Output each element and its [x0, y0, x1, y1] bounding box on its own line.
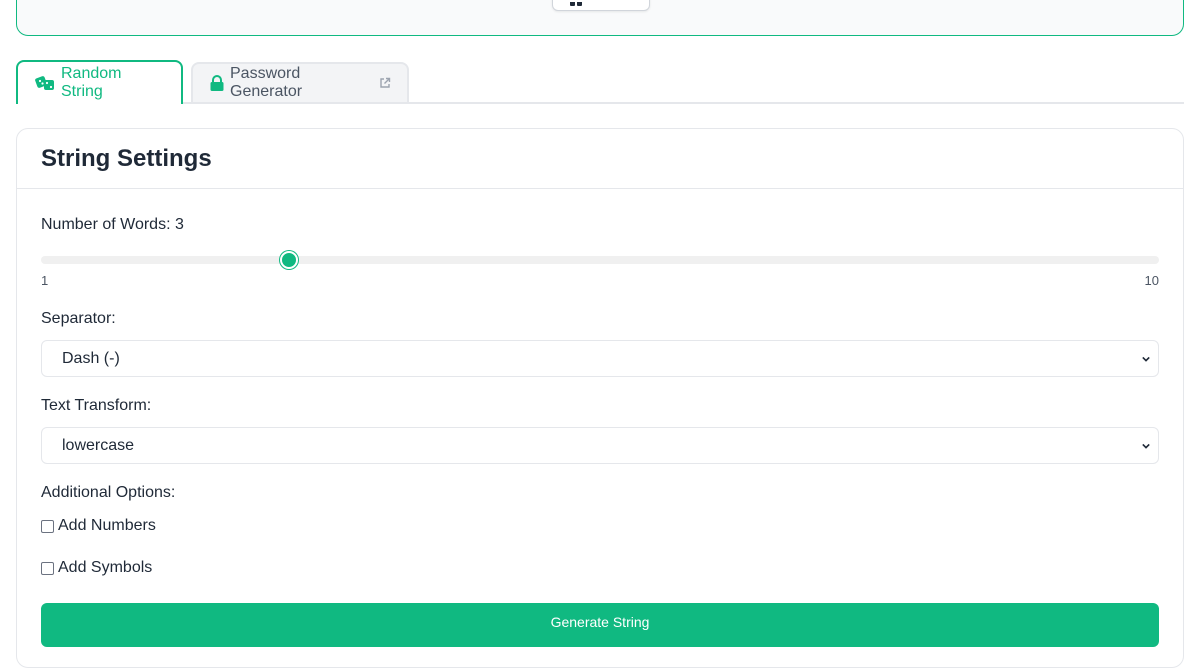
slider-min-label: 1	[41, 273, 49, 288]
chevron-down-icon	[1142, 443, 1150, 449]
copy-button[interactable]	[552, 0, 650, 11]
card-header: String Settings	[17, 129, 1183, 189]
words-label-text: Number of Words:	[41, 216, 171, 233]
copy-icon	[570, 2, 584, 6]
add-numbers-checkbox[interactable]	[41, 519, 54, 533]
slider-max-label: 10	[1144, 273, 1159, 288]
slider-thumb[interactable]	[280, 251, 299, 269]
transform-label: Text Transform:	[41, 397, 152, 414]
external-link-icon	[380, 77, 391, 88]
tab-password-generator-label: Password Generator	[230, 65, 303, 100]
separator-select[interactable]: Dash (-)	[41, 340, 1159, 377]
transform-select[interactable]: lowercase	[41, 427, 1159, 464]
add-numbers-option[interactable]: Add Numbers	[41, 517, 156, 535]
words-label: Number of Words: 3	[41, 216, 184, 234]
lock-icon	[210, 75, 224, 91]
words-slider[interactable]	[41, 251, 1159, 269]
words-value: 3	[174, 216, 184, 233]
add-symbols-checkbox[interactable]	[41, 561, 54, 575]
tab-bar: Random String Password Generator	[16, 60, 1184, 104]
transform-value: lowercase	[62, 436, 135, 454]
tab-password-generator[interactable]: Password Generator	[191, 62, 409, 102]
separator-label: Separator:	[41, 310, 116, 327]
separator-value: Dash (-)	[62, 349, 120, 367]
add-numbers-label: Add Numbers	[58, 517, 156, 534]
dice-icon	[35, 76, 54, 90]
string-settings-card: String Settings Number of Words: 3 1 10 …	[16, 128, 1184, 668]
tab-random-string-label: Random String	[61, 65, 122, 100]
slider-track[interactable]	[41, 256, 1159, 264]
generate-string-button[interactable]: Generate String	[41, 603, 1159, 647]
add-symbols-option[interactable]: Add Symbols	[41, 559, 152, 577]
tab-random-string[interactable]: Random String	[16, 60, 183, 104]
card-title: String Settings	[41, 145, 212, 172]
chevron-down-icon	[1142, 356, 1150, 362]
options-label: Additional Options:	[41, 484, 176, 501]
result-panel	[16, 0, 1184, 36]
add-symbols-label: Add Symbols	[58, 559, 153, 576]
